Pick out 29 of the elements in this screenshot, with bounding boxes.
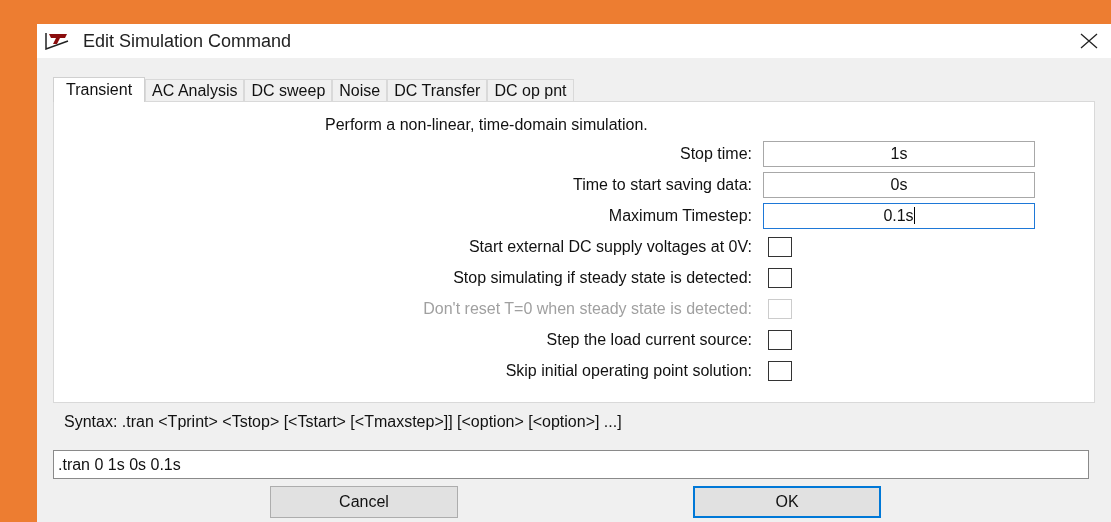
dialog-button[interactable]: OK — [693, 486, 881, 518]
field-label: Time to start saving data: — [571, 175, 752, 195]
syntax-text: Syntax: .tran <Tprint> <Tstop> [<Tstart> [<Tmaxstep>]] [<option> [<option>] ...] — [63, 412, 623, 432]
input-field[interactable]: 1s — [763, 140, 1035, 167]
tab[interactable]: DC Transfer — [387, 79, 488, 101]
checkbox[interactable] — [768, 329, 792, 350]
tab[interactable]: AC Analysis — [145, 79, 245, 101]
dialog-button[interactable]: Cancel — [270, 486, 458, 518]
checkbox-label: Step the load current source: — [545, 330, 752, 350]
close-icon[interactable] — [1079, 31, 1099, 51]
checkbox[interactable] — [768, 267, 792, 288]
checkbox-label: Skip initial operating point solution: — [504, 361, 752, 381]
app-logo-icon — [45, 32, 69, 50]
tab[interactable]: DC sweep — [244, 79, 333, 101]
tab[interactable]: Noise — [332, 79, 388, 101]
checkbox[interactable] — [768, 360, 792, 381]
input-field[interactable]: 0.1s — [763, 202, 1035, 229]
checkbox-label: Don't reset T=0 when steady state is detected: — [422, 299, 752, 319]
field-label: Maximum Timestep: — [607, 206, 752, 226]
tab[interactable]: DC op pnt — [487, 79, 574, 101]
checkbox-label: Start external DC supply voltages at 0V: — [467, 237, 752, 257]
tab[interactable]: Transient — [53, 77, 146, 102]
field-label: Stop time: — [678, 144, 752, 164]
command-field[interactable]: .tran 0 1s 0s 0.1s — [53, 450, 1089, 479]
window-title: Edit Simulation Command — [83, 30, 293, 52]
checkbox-label: Stop simulating if steady state is detected: — [452, 268, 752, 288]
description-text: Perform a non-linear, time-domain simulation. — [324, 115, 649, 135]
checkbox[interactable] — [768, 236, 792, 257]
input-field[interactable]: 0s — [763, 171, 1035, 198]
